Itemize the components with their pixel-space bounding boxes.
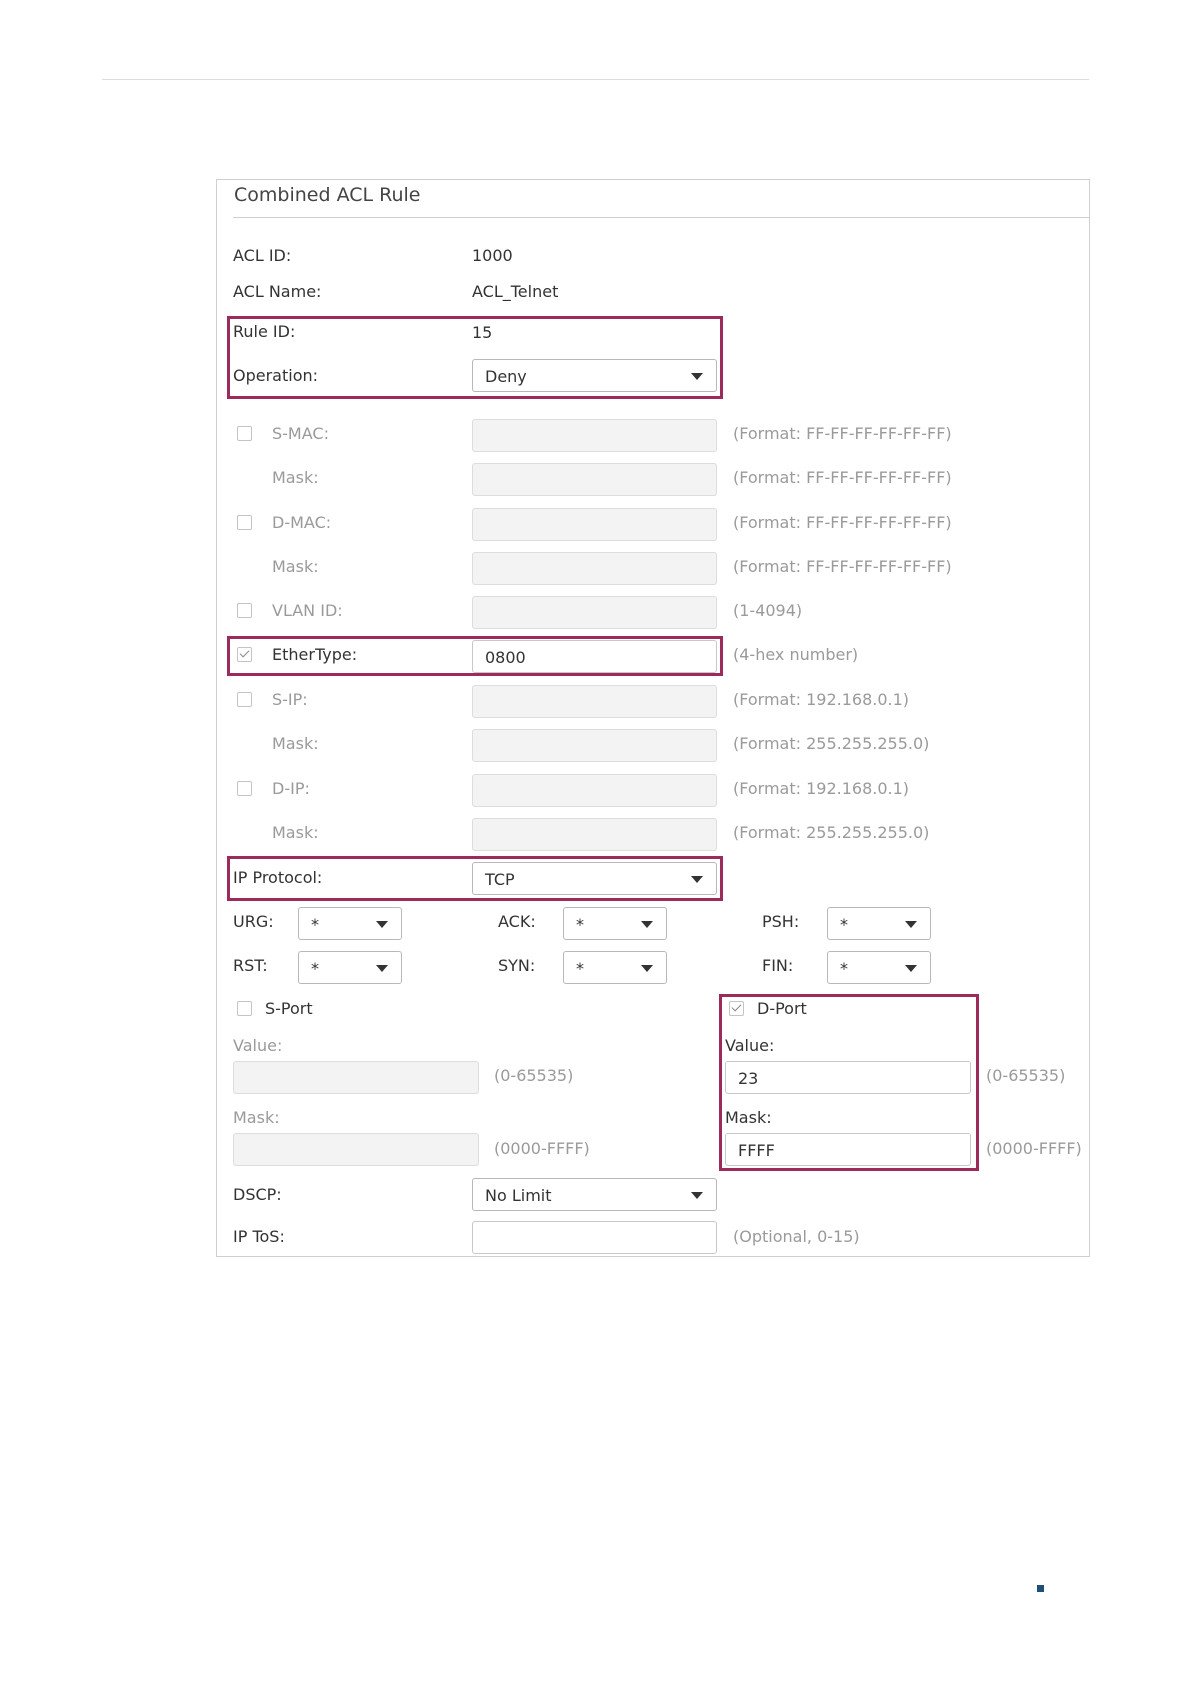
psh-selected-value: * <box>840 915 848 934</box>
fin-select[interactable]: * <box>827 951 931 984</box>
ack-selected-value: * <box>576 915 584 934</box>
rst-label: RST: <box>233 956 268 975</box>
chevron-down-icon <box>691 1192 703 1199</box>
psh-select[interactable]: * <box>827 907 931 940</box>
highlight-rule-operation <box>227 316 723 399</box>
dscp-select[interactable]: No Limit <box>472 1178 717 1211</box>
dscp-selected-value: No Limit <box>485 1186 552 1205</box>
ack-label: ACK: <box>498 912 536 931</box>
acl-name-label: ACL Name: <box>233 282 322 301</box>
ethertype-hint: (4-hex number) <box>733 645 859 664</box>
s-port-value-hint: (0-65535) <box>494 1066 574 1085</box>
d-port-mask-hint: (0000-FFFF) <box>986 1139 1082 1158</box>
d-mac-mask-label: Mask: <box>272 557 319 576</box>
s-ip-input[interactable] <box>472 685 717 718</box>
s-port-value-label: Value: <box>233 1036 283 1055</box>
urg-select[interactable]: * <box>298 907 402 940</box>
ip-tos-input[interactable] <box>472 1221 717 1254</box>
d-ip-mask-hint: (Format: 255.255.255.0) <box>733 823 930 842</box>
chevron-down-icon <box>641 965 653 972</box>
d-mac-checkbox[interactable] <box>237 515 252 530</box>
fin-selected-value: * <box>840 959 848 978</box>
d-ip-hint: (Format: 192.168.0.1) <box>733 779 910 798</box>
highlight-d-port <box>719 994 979 1171</box>
urg-selected-value: * <box>311 915 319 934</box>
s-ip-mask-label: Mask: <box>272 734 319 753</box>
acl-id-value: 1000 <box>472 246 513 265</box>
highlight-ethertype <box>227 636 723 676</box>
acl-name-value: ACL_Telnet <box>472 282 559 301</box>
d-port-value-hint: (0-65535) <box>986 1066 1066 1085</box>
d-mac-input[interactable] <box>472 508 717 541</box>
d-ip-input[interactable] <box>472 774 717 807</box>
urg-label: URG: <box>233 912 274 931</box>
vlan-id-label: VLAN ID: <box>272 601 343 620</box>
vlan-id-hint: (1-4094) <box>733 601 803 620</box>
rst-select[interactable]: * <box>298 951 402 984</box>
s-port-checkbox[interactable] <box>237 1001 252 1016</box>
syn-select[interactable]: * <box>563 951 667 984</box>
chevron-down-icon <box>905 965 917 972</box>
psh-label: PSH: <box>762 912 800 931</box>
chevron-down-icon <box>905 921 917 928</box>
d-mac-hint: (Format: FF-FF-FF-FF-FF-FF) <box>733 513 952 532</box>
s-mac-input[interactable] <box>472 419 717 452</box>
d-ip-mask-label: Mask: <box>272 823 319 842</box>
ip-tos-label: IP ToS: <box>233 1227 285 1246</box>
rst-selected-value: * <box>311 959 319 978</box>
s-ip-checkbox[interactable] <box>237 692 252 707</box>
syn-selected-value: * <box>576 959 584 978</box>
s-mac-mask-input[interactable] <box>472 463 717 496</box>
chevron-down-icon <box>641 921 653 928</box>
footer-square-mark <box>1037 1585 1044 1592</box>
s-mac-hint: (Format: FF-FF-FF-FF-FF-FF) <box>733 424 952 443</box>
d-ip-label: D-IP: <box>272 779 310 798</box>
s-mac-checkbox[interactable] <box>237 426 252 441</box>
chevron-down-icon <box>376 965 388 972</box>
panel-title: Combined ACL Rule <box>234 184 421 206</box>
fin-label: FIN: <box>762 956 794 975</box>
s-port-label: S-Port <box>265 999 313 1018</box>
page-header-rule <box>102 79 1089 80</box>
s-mac-label: S-MAC: <box>272 424 329 443</box>
s-ip-mask-input[interactable] <box>472 729 717 762</box>
s-port-value-input[interactable] <box>233 1061 479 1094</box>
s-port-mask-input[interactable] <box>233 1133 479 1166</box>
s-port-mask-hint: (0000-FFFF) <box>494 1139 590 1158</box>
d-mac-label: D-MAC: <box>272 513 332 532</box>
s-mac-mask-label: Mask: <box>272 468 319 487</box>
d-ip-checkbox[interactable] <box>237 781 252 796</box>
vlan-id-checkbox[interactable] <box>237 603 252 618</box>
d-mac-mask-input[interactable] <box>472 552 717 585</box>
panel-title-divider <box>233 217 1089 218</box>
s-port-mask-label: Mask: <box>233 1108 280 1127</box>
s-ip-hint: (Format: 192.168.0.1) <box>733 690 910 709</box>
highlight-ip-protocol <box>227 856 723 901</box>
dscp-label: DSCP: <box>233 1185 282 1204</box>
d-mac-mask-hint: (Format: FF-FF-FF-FF-FF-FF) <box>733 557 952 576</box>
ack-select[interactable]: * <box>563 907 667 940</box>
s-ip-mask-hint: (Format: 255.255.255.0) <box>733 734 930 753</box>
ip-tos-hint: (Optional, 0-15) <box>733 1227 860 1246</box>
s-ip-label: S-IP: <box>272 690 308 709</box>
vlan-id-input[interactable] <box>472 596 717 629</box>
acl-id-label: ACL ID: <box>233 246 292 265</box>
chevron-down-icon <box>376 921 388 928</box>
s-mac-mask-hint: (Format: FF-FF-FF-FF-FF-FF) <box>733 468 952 487</box>
d-ip-mask-input[interactable] <box>472 818 717 851</box>
syn-label: SYN: <box>498 956 536 975</box>
